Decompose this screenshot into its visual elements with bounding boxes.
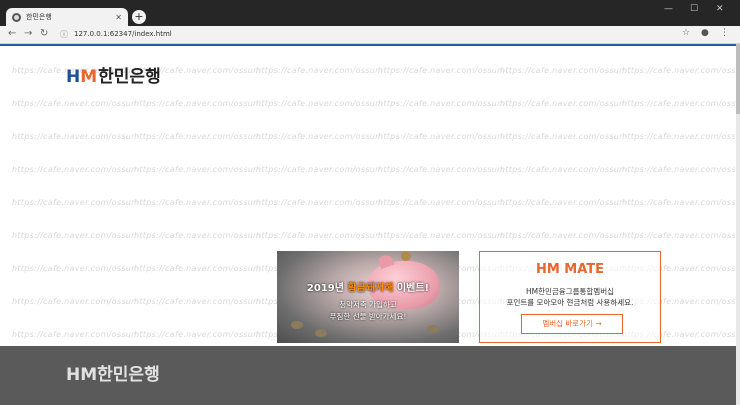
watermark-text: https://cafe.naver.com/ossum [134,99,262,108]
watermark-text: https://cafe.naver.com/ossum [12,198,140,207]
watermark-text: https://cafe.naver.com/ossum [622,66,736,75]
headline-gold: 황금돼지해 [347,283,394,294]
watermark-text: https://cafe.naver.com/ossum [378,231,506,240]
watermark-text: https://cafe.naver.com/ossum [500,165,628,174]
watermark-text: https://cafe.naver.com/ossum [12,297,140,306]
watermark-text: https://cafe.naver.com/ossum [622,99,736,108]
event-banner[interactable]: 2019년 황금돼지해 이벤트! 청약저축 가입하고 푸짐한 선물 받아가세요! [277,251,459,343]
watermark-text: https://cafe.naver.com/ossum [134,231,262,240]
watermark-text: https://cafe.naver.com/ossum [256,132,384,141]
logo-h: H [66,67,81,87]
watermark-text: https://cafe.naver.com/ossum [378,132,506,141]
watermark-text: https://cafe.naver.com/ossum [622,165,736,174]
watermark-text: https://cafe.naver.com/ossum [134,330,262,339]
close-window-button[interactable]: ✕ [716,4,724,14]
watermark-text: https://cafe.naver.com/ossum [622,231,736,240]
watermark-text: https://cafe.naver.com/ossum [378,99,506,108]
browser-toolbar: ← → ↻ ⓘ 127.0.0.1:62347/index.html ☆ ● ⋮ [0,26,740,44]
banner-sub-line2: 푸짐한 선물 받아가세요! [329,312,407,321]
header-logo[interactable]: H M 한민은행 [66,62,161,87]
browser-menu-icon[interactable]: ⋮ [720,28,729,38]
watermark-text: https://cafe.naver.com/ossum [256,99,384,108]
site-info-icon[interactable]: ⓘ [60,29,68,40]
forward-button[interactable]: → [24,28,32,39]
watermark-text: https://cafe.naver.com/ossum [256,198,384,207]
tab-strip: 한민은행 ✕ + — ☐ ✕ [0,0,740,26]
membership-link-button[interactable]: 멤버십 바로가기 → [521,314,623,334]
watermark-text: https://cafe.naver.com/ossum [500,198,628,207]
watermark-text: https://cafe.naver.com/ossum [500,231,628,240]
watermark-text: https://cafe.naver.com/ossum [378,66,506,75]
minimize-button[interactable]: — [664,4,673,14]
page-scrollbar[interactable] [736,44,740,405]
bookmark-star-icon[interactable]: ☆ [682,28,690,38]
membership-desc-line2: 포인트를 모아모아 현금처럼 사용하세요. [506,298,634,307]
watermark-text: https://cafe.naver.com/ossum [500,132,628,141]
membership-desc-line1: HM한민금융그룹통합멤버십 [525,287,614,296]
browser-window: 한민은행 ✕ + — ☐ ✕ ← → ↻ ⓘ 127.0.0.1:62347/i… [0,0,740,405]
membership-box: HM MATE HM한민금융그룹통합멤버십 포인트를 모아모아 현금처럼 사용하… [479,251,661,343]
favicon-icon [12,12,21,22]
watermark-text: https://cafe.naver.com/ossum [134,198,262,207]
watermark-text: https://cafe.naver.com/ossum [12,99,140,108]
watermark-text: https://cafe.naver.com/ossum [12,330,140,339]
watermark-text: https://cafe.naver.com/ossum [622,198,736,207]
address-bar[interactable]: ⓘ 127.0.0.1:62347/index.html [56,28,672,42]
headline-end: 이벤트! [396,283,430,294]
scrollbar-thumb[interactable] [736,44,740,114]
watermark-text: https://cafe.naver.com/ossum [134,132,262,141]
watermark-text: https://cafe.naver.com/ossum [134,264,262,273]
tab-title: 한민은행 [26,13,52,21]
maximize-button[interactable]: ☐ [690,4,698,14]
watermark-text: https://cafe.naver.com/ossum [134,297,262,306]
watermark-text: https://cafe.naver.com/ossum [500,99,628,108]
logo-m: M [80,67,98,87]
watermark-text: https://cafe.naver.com/ossum [12,165,140,174]
top-accent-line [0,44,736,46]
coin-image [427,325,439,333]
tab-close-icon[interactable]: ✕ [115,13,122,22]
membership-title: HM MATE [535,262,605,277]
coin-image [291,321,303,329]
new-tab-button[interactable]: + [132,10,146,24]
watermark-text: https://cafe.naver.com/ossum [12,132,140,141]
watermark-text: https://cafe.naver.com/ossum [378,165,506,174]
account-icon[interactable]: ● [701,28,709,38]
footer: HM한민은행 [0,346,736,405]
banner-headline: 2019년 황금돼지해 이벤트! [277,279,459,294]
watermark-text: https://cafe.naver.com/ossum [378,198,506,207]
watermark-text: https://cafe.naver.com/ossum [256,66,384,75]
watermark-text: https://cafe.naver.com/ossum [134,165,262,174]
web-page: https://cafe.naver.com/ossum https://cafe… [0,44,736,405]
footer-logo: HM한민은행 [66,365,160,385]
logo-korean: 한민은행 [98,67,161,87]
watermark-text: https://cafe.naver.com/ossum [256,231,384,240]
back-button[interactable]: ← [8,28,16,39]
url-text[interactable]: 127.0.0.1:62347/index.html [74,30,172,38]
banner-sub-line1: 청약저축 가입하고 [339,300,397,309]
watermark-text: https://cafe.naver.com/ossum [500,66,628,75]
watermark-text: https://cafe.naver.com/ossum [12,264,140,273]
watermark-text: https://cafe.naver.com/ossum [12,231,140,240]
browser-tab[interactable]: 한민은행 ✕ [6,8,128,26]
watermark-text: https://cafe.naver.com/ossum [622,132,736,141]
watermark-text: https://cafe.naver.com/ossum [256,165,384,174]
reload-button[interactable]: ↻ [40,28,48,39]
coin-image [315,329,327,337]
headline-year: 2019년 [306,283,344,294]
